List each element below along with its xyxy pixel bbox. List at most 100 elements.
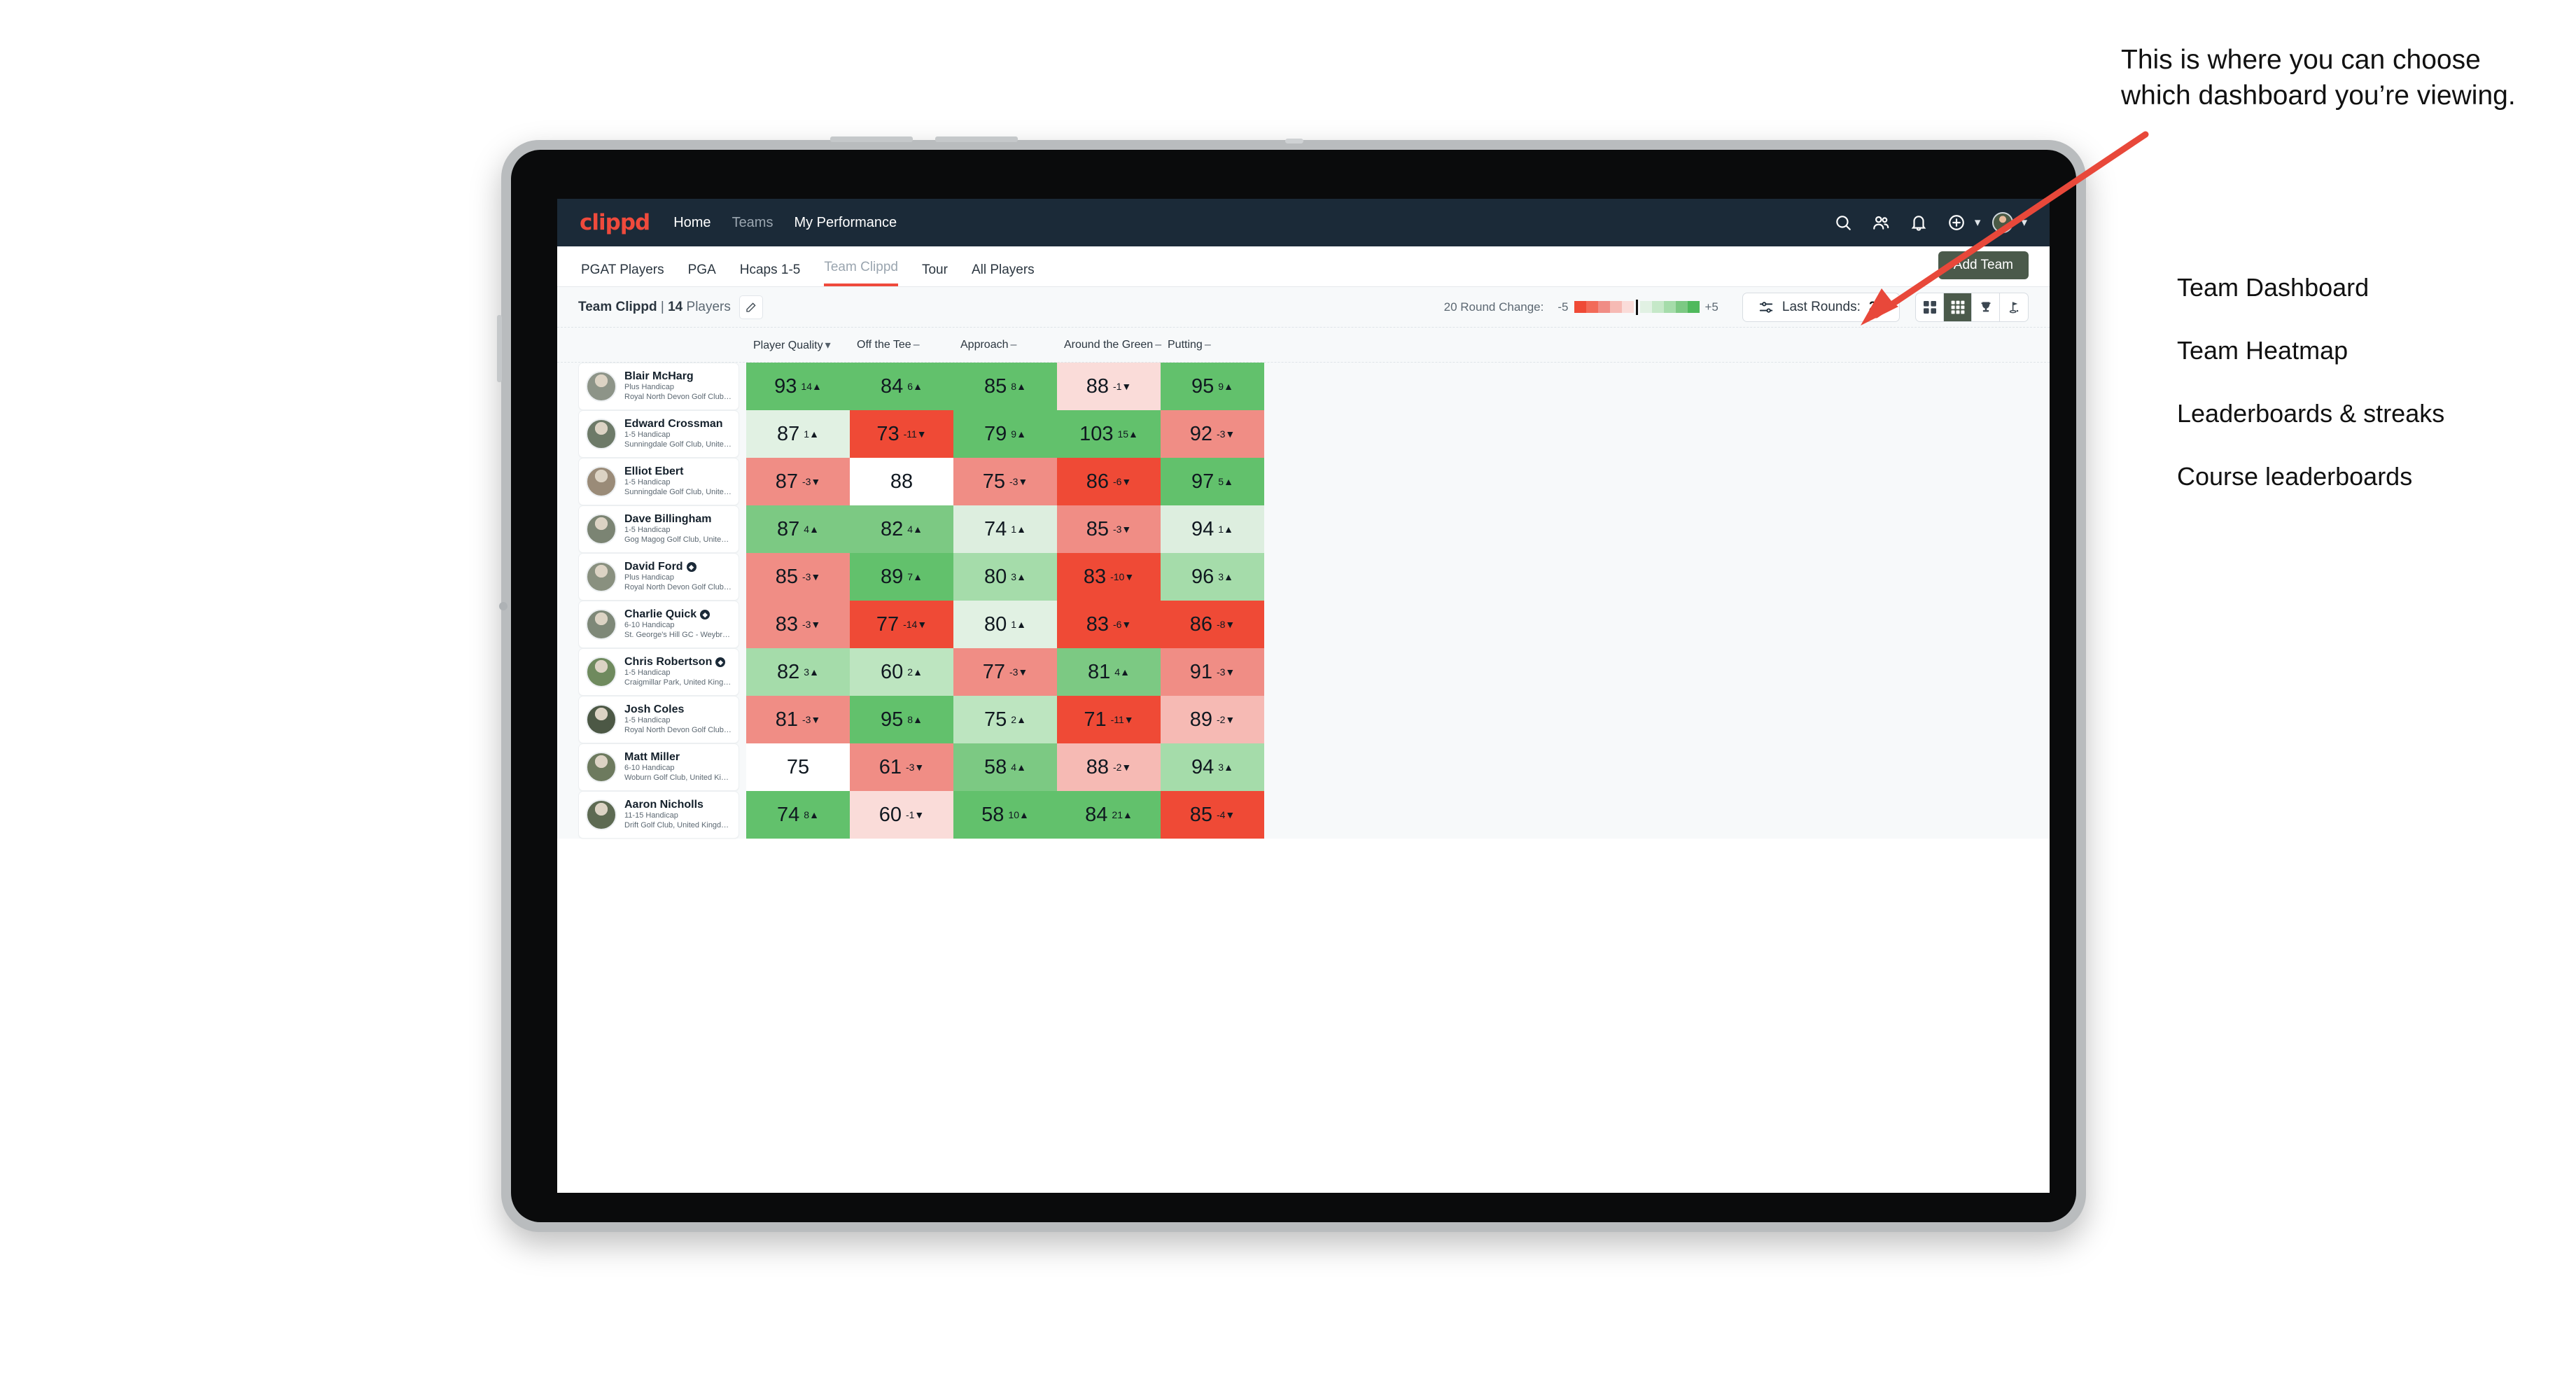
heatmap-cell-off-the-tee[interactable]: 95 8▲ [850, 696, 953, 743]
heatmap-cell-putting[interactable]: 89 -2▼ [1161, 696, 1264, 743]
heatmap-cell-player-quality[interactable]: 93 14▲ [746, 363, 850, 410]
annotation-item-team-heatmap: Team Heatmap [2177, 336, 2348, 365]
cell-delta: 8▲ [804, 809, 819, 820]
player-card[interactable]: David Ford ◆ Plus Handicap Royal North Devo… [578, 553, 739, 601]
cell-delta: 6▲ [907, 381, 923, 392]
heatmap-cell-putting[interactable]: 96 3▲ [1161, 553, 1264, 601]
player-name: Edward Crossman [624, 418, 732, 430]
heatmap-cell-putting[interactable]: 94 1▲ [1161, 505, 1264, 553]
player-handicap: 1-5 Handicap [624, 478, 671, 487]
tab-pga[interactable]: PGA [688, 262, 716, 286]
heatmap-cell-off-the-tee[interactable]: 88 [850, 458, 953, 505]
player-card[interactable]: Chris Robertson ◆ 1-5 Handicap Craigmillar … [578, 648, 739, 696]
heatmap-cell-player-quality[interactable]: 87 1▲ [746, 410, 850, 458]
column-header-player-quality[interactable]: Player Quality ▾ [753, 338, 857, 352]
heatmap-cell-around-the-green[interactable]: 71 -11▼ [1057, 696, 1161, 743]
heatmap-cell-approach[interactable]: 75 -3▼ [953, 458, 1057, 505]
pencil-icon[interactable] [738, 295, 763, 319]
nav-link-teams[interactable]: Teams [732, 215, 774, 231]
heatmap-cell-player-quality[interactable]: 87 -3▼ [746, 458, 850, 505]
player-card[interactable]: Aaron Nicholls 11-15 Handicap Drift Golf C… [578, 791, 739, 839]
heatmap-cell-off-the-tee[interactable]: 61 -3▼ [850, 743, 953, 791]
heatmap-cell-player-quality[interactable]: 82 3▲ [746, 648, 850, 696]
heatmap-cell-off-the-tee[interactable]: 73 -11▼ [850, 410, 953, 458]
heatmap-cell-around-the-green[interactable]: 88 -2▼ [1057, 743, 1161, 791]
heatmap-cell-player-quality[interactable]: 75 [746, 743, 850, 791]
cell-value: 83 [1086, 612, 1109, 636]
player-card[interactable]: Josh Coles 1-5 Handicap Royal North Devon … [578, 696, 739, 743]
heatmap-cell-putting[interactable]: 97 5▲ [1161, 458, 1264, 505]
heatmap-cell-off-the-tee[interactable]: 89 7▲ [850, 553, 953, 601]
heatmap-cell-putting[interactable]: 92 -3▼ [1161, 410, 1264, 458]
player-card[interactable]: Blair McHarg Plus Handicap Royal North Dev… [578, 363, 739, 410]
heatmap-cell-off-the-tee[interactable]: 82 4▲ [850, 505, 953, 553]
player-card[interactable]: Elliot Ebert 1-5 Handicap Sunningdale Golf… [578, 458, 739, 505]
column-label: Around the Green [1064, 338, 1154, 351]
player-avatar [586, 466, 617, 497]
scale-swatch [1675, 301, 1688, 313]
player-card[interactable]: Charlie Quick ◆ 6-10 Handicap St. George's … [578, 601, 739, 648]
table-row: Matt Miller 6-10 Handicap Woburn Golf Club… [557, 743, 2050, 791]
heatmap-cell-approach[interactable]: 58 10▲ [953, 791, 1057, 839]
heatmap-cell-player-quality[interactable]: 83 -3▼ [746, 601, 850, 648]
heatmap-cell-around-the-green[interactable]: 83 -6▼ [1057, 601, 1161, 648]
cell-delta: -14▼ [903, 619, 927, 630]
column-header-putting[interactable]: Putting – [1168, 339, 1271, 351]
heatmap-cell-player-quality[interactable]: 81 -3▼ [746, 696, 850, 743]
tab-team-clippd[interactable]: Team Clippd [824, 260, 898, 286]
player-info: Elliot Ebert 1-5 Handicap Sunningdale Golf… [624, 465, 732, 498]
column-header-off-the-tee[interactable]: Off the Tee – [857, 339, 960, 351]
round-change-label: 20 Round Change: [1443, 300, 1544, 314]
heatmap-cell-approach[interactable]: 79 9▲ [953, 410, 1057, 458]
tab-pgat-players[interactable]: PGAT Players [581, 262, 664, 286]
heatmap-cell-putting[interactable]: 86 -8▼ [1161, 601, 1264, 648]
heatmap-cell-player-quality[interactable]: 74 8▲ [746, 791, 850, 839]
heatmap-cell-putting[interactable]: 95 9▲ [1161, 363, 1264, 410]
heatmap-cell-around-the-green[interactable]: 86 -6▼ [1057, 458, 1161, 505]
player-metric-cells: 87 4▲ 82 4▲ 74 1▲ 85 -3▼ 94 1▲ [746, 505, 1264, 553]
heatmap-cell-approach[interactable]: 74 1▲ [953, 505, 1057, 553]
heatmap-cell-approach[interactable]: 80 3▲ [953, 553, 1057, 601]
heatmap-cell-approach[interactable]: 77 -3▼ [953, 648, 1057, 696]
cell-value: 60 [881, 660, 904, 683]
player-card[interactable]: Dave Billingham 1-5 Handicap Gog Magog Gol… [578, 505, 739, 553]
heatmap-cell-off-the-tee[interactable]: 60 2▲ [850, 648, 953, 696]
heatmap-cell-putting[interactable]: 94 3▲ [1161, 743, 1264, 791]
heatmap-cell-approach[interactable]: 80 1▲ [953, 601, 1057, 648]
heatmap-cell-putting[interactable]: 85 -4▼ [1161, 791, 1264, 839]
nav-link-home[interactable]: Home [673, 215, 710, 231]
cell-value: 89 [881, 565, 904, 588]
clippd-logo[interactable]: clippd [580, 210, 650, 235]
heatmap-cell-around-the-green[interactable]: 88 -1▼ [1057, 363, 1161, 410]
cell-value: 97 [1191, 470, 1214, 493]
heatmap-cell-off-the-tee[interactable]: 77 -14▼ [850, 601, 953, 648]
annotation-item-leaderboards-streaks: Leaderboards & streaks [2177, 399, 2445, 428]
heatmap-cell-around-the-green[interactable]: 81 4▲ [1057, 648, 1161, 696]
heatmap-cell-putting[interactable]: 91 -3▼ [1161, 648, 1264, 696]
player-name: Chris Robertson ◆ [624, 656, 732, 668]
heatmap-cell-off-the-tee[interactable]: 60 -1▼ [850, 791, 953, 839]
tab-all-players[interactable]: All Players [972, 262, 1035, 286]
column-header-around-the-green[interactable]: Around the Green – [1064, 339, 1168, 351]
heatmap-cell-player-quality[interactable]: 87 4▲ [746, 505, 850, 553]
heatmap-cell-approach[interactable]: 58 4▲ [953, 743, 1057, 791]
heatmap-cell-player-quality[interactable]: 85 -3▼ [746, 553, 850, 601]
heatmap-cell-approach[interactable]: 75 2▲ [953, 696, 1057, 743]
heatmap-cell-off-the-tee[interactable]: 84 6▲ [850, 363, 953, 410]
heatmap-cell-around-the-green[interactable]: 103 15▲ [1057, 410, 1161, 458]
tab-tour[interactable]: Tour [922, 262, 948, 286]
player-card[interactable]: Edward Crossman 1-5 Handicap Sunningdale G… [578, 410, 739, 458]
heatmap-cell-around-the-green[interactable]: 83 -10▼ [1057, 553, 1161, 601]
nav-link-my-performance[interactable]: My Performance [794, 215, 897, 231]
heatmap-cell-around-the-green[interactable]: 84 21▲ [1057, 791, 1161, 839]
heatmap-cell-approach[interactable]: 85 8▲ [953, 363, 1057, 410]
column-header-approach[interactable]: Approach – [960, 339, 1064, 351]
tab-hcaps-1-5[interactable]: Hcaps 1-5 [740, 262, 801, 286]
table-row: Aaron Nicholls 11-15 Handicap Drift Golf C… [557, 791, 2050, 839]
cell-value: 61 [878, 755, 902, 778]
verified-badge-icon: ◆ [686, 562, 696, 573]
player-card[interactable]: Matt Miller 6-10 Handicap Woburn Golf Club… [578, 743, 739, 791]
heatmap-cell-around-the-green[interactable]: 85 -3▼ [1057, 505, 1161, 553]
cell-delta: -1▼ [905, 809, 925, 820]
player-info: Charlie Quick ◆ 6-10 Handicap St. George's … [624, 608, 732, 640]
